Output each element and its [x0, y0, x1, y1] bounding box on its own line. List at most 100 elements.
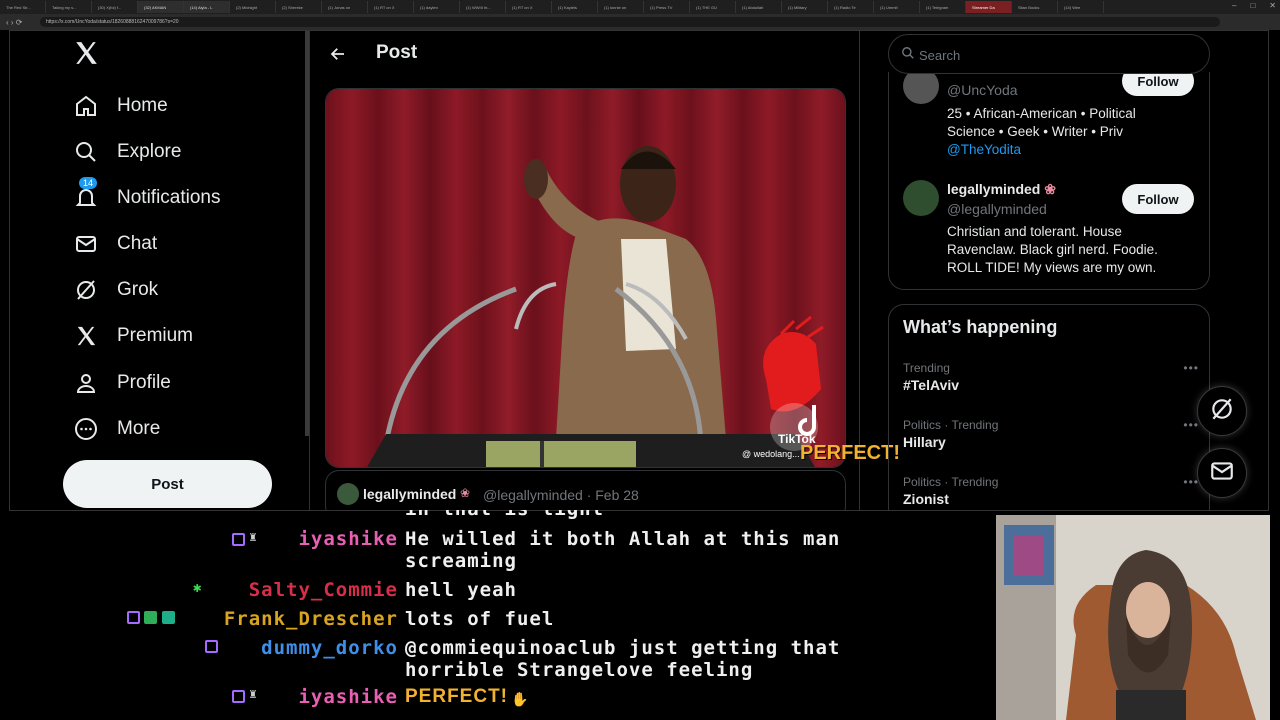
home-icon	[73, 93, 99, 119]
trend-category: Politics · Trending	[903, 418, 999, 432]
vip-badge-icon	[162, 611, 175, 624]
user-bio: Christian and tolerant. House Ravenclaw.…	[947, 224, 1158, 275]
browser-tab[interactable]: (1) Jonas on	[322, 1, 368, 13]
search-input[interactable]	[919, 45, 1189, 65]
browser-tab[interactable]: (1) daylen	[414, 1, 460, 13]
subscriber-badge-icon	[127, 611, 140, 624]
trend-name: #TelAviv	[903, 377, 960, 393]
browser-tab[interactable]: (2) Shereke	[276, 1, 322, 13]
browser-tab[interactable]: (1) Radio Te	[828, 1, 874, 13]
left-sidebar: Home Explore 14 Notifications Chat Grok …	[9, 30, 305, 510]
browser-tab[interactable]: The Red Str...	[0, 1, 46, 13]
user-bio-link[interactable]: @TheYodita	[947, 142, 1021, 157]
browser-tab[interactable]: (1) Press TV	[644, 1, 690, 13]
browser-tab[interactable]: (1) RT on X	[506, 1, 552, 13]
chat-username: dummy_dorko	[220, 637, 398, 659]
nav-more-label: More	[117, 418, 161, 439]
webcam-image	[996, 515, 1270, 720]
chat-username-text: Frank_Drescher	[223, 608, 398, 630]
nav-profile[interactable]: Profile	[73, 368, 171, 398]
browser-tab[interactable]: (32) AKMAN	[138, 1, 184, 13]
user-bio-text: 25 • African-American • Political Scienc…	[947, 106, 1136, 139]
browser-address-bar: ‹ › ⟳ https://x.com/UncYoda/status/18260…	[0, 14, 1280, 30]
browser-tab[interactable]: (1) Military	[782, 1, 828, 13]
browser-tab[interactable]: (1) lonnie on	[598, 1, 644, 13]
more-options-icon[interactable]: •••	[1183, 418, 1199, 432]
nav-chat-label: Chat	[117, 233, 158, 254]
trend-item[interactable]: Trending #TelAviv •••	[903, 361, 1199, 401]
browser-tab[interactable]: (14) Wee	[1058, 1, 1104, 13]
trend-name: Hillary	[903, 434, 946, 450]
follow-button[interactable]: Follow	[1122, 184, 1194, 214]
chat-username-text: iyashike	[298, 686, 398, 708]
nav-premium[interactable]: Premium	[73, 321, 193, 351]
nav-explore[interactable]: Explore	[73, 137, 181, 167]
tiktok-handle: @ wedolang...	[742, 449, 800, 459]
messages-float-button[interactable]	[1197, 448, 1247, 498]
x-logo-icon[interactable]	[73, 40, 99, 73]
browser-tab[interactable]: (30) X(fol) f...	[92, 1, 138, 13]
quoted-post[interactable]: legallyminded ❀ @legallyminded · Feb 28	[325, 470, 846, 510]
window-controls[interactable]: – □ ✕	[1232, 1, 1276, 10]
avatar[interactable]	[337, 483, 359, 505]
browser-tab[interactable]: (14) Alyla - L	[184, 1, 230, 13]
user-handle: @legallyminded	[947, 201, 1047, 217]
post-video[interactable]	[325, 88, 846, 468]
quote-author-name[interactable]: legallyminded	[363, 486, 456, 502]
browser-tab[interactable]: (1) RT on X	[368, 1, 414, 13]
main-column: Post TikTok @ wedolang... PERFECT! legal…	[309, 30, 900, 510]
browser-tab[interactable]: (1) Kaylels	[552, 1, 598, 13]
video-frame	[326, 89, 845, 467]
avatar[interactable]	[903, 180, 939, 216]
back-arrow-icon[interactable]	[324, 40, 352, 68]
nav-grok[interactable]: Grok	[73, 275, 158, 305]
nav-chat[interactable]: Chat	[73, 229, 157, 259]
grok-icon	[73, 277, 99, 303]
minimize-icon[interactable]: –	[1232, 1, 1236, 10]
trend-item[interactable]: Politics · Trending Zionist •••	[903, 475, 1199, 510]
user-handle: @UncYoda	[947, 82, 1018, 98]
post-button[interactable]: Post	[63, 460, 272, 508]
user-bio: 25 • African-American • Political Scienc…	[947, 105, 1187, 159]
browser-tab[interactable]: Sitan Books	[1012, 1, 1058, 13]
browser-tab[interactable]: (1) Telegram	[920, 1, 966, 13]
nav-explore-label: Explore	[117, 141, 182, 162]
page-title: Post	[376, 42, 418, 63]
nav-more[interactable]: More	[73, 414, 160, 444]
grok-float-button[interactable]	[1197, 386, 1247, 436]
browser-tab[interactable]: (1) THE GU	[690, 1, 736, 13]
chat-message-line: screaming	[405, 550, 517, 572]
browser-nav-icons[interactable]: ‹ › ⟳	[6, 18, 34, 27]
chat-message-line: @commiequinoaclub just getting that	[405, 637, 841, 659]
x-logo-icon	[73, 323, 99, 349]
browser-tab[interactable]: (1) Abdullah	[736, 1, 782, 13]
x-page: Home Explore 14 Notifications Chat Grok …	[9, 30, 1269, 510]
user-name[interactable]: legallyminded ❀	[947, 181, 1056, 198]
search-box[interactable]	[888, 34, 1210, 74]
right-sidebar: @UncYoda Follow 25 • African-American • …	[874, 30, 1269, 510]
nav-profile-label: Profile	[117, 372, 171, 393]
nav-notifications[interactable]: 14 Notifications	[73, 177, 221, 213]
maximize-icon[interactable]: □	[1250, 1, 1255, 10]
webcam-feed	[996, 515, 1270, 720]
lotus-icon: ❀	[1044, 181, 1056, 197]
nav-home[interactable]: Home	[73, 91, 168, 121]
chat-username: Salty_Commie	[200, 579, 398, 601]
browser-tab[interactable]: (1) WWIII ht...	[460, 1, 506, 13]
lotus-icon: ❀	[460, 486, 471, 500]
browser-tab[interactable]: (2) Midnight	[230, 1, 276, 13]
follow-button[interactable]: Follow	[1122, 72, 1194, 96]
chat-message-line: hell yeah	[405, 579, 517, 601]
browser-tab[interactable]: Taking my s...	[46, 1, 92, 13]
avatar[interactable]	[903, 72, 939, 104]
clapping-hands-icon: ✋	[511, 692, 529, 708]
browser-tab-bar: The Red Str... Taking my s... (30) X(fol) …	[0, 0, 1280, 14]
url-field[interactable]: https://x.com/UncYoda/status/18260888162…	[40, 17, 1220, 27]
chat-message-line: lots of fuel	[405, 608, 555, 630]
close-icon[interactable]: ✕	[1269, 1, 1276, 10]
more-options-icon[interactable]: •••	[1183, 361, 1199, 375]
trend-item[interactable]: Politics · Trending Hillary •••	[903, 418, 1199, 458]
browser-tab[interactable]: Streamer Da	[966, 1, 1012, 13]
browser-tab[interactable]: (1) Ummit	[874, 1, 920, 13]
person-icon	[73, 370, 99, 396]
